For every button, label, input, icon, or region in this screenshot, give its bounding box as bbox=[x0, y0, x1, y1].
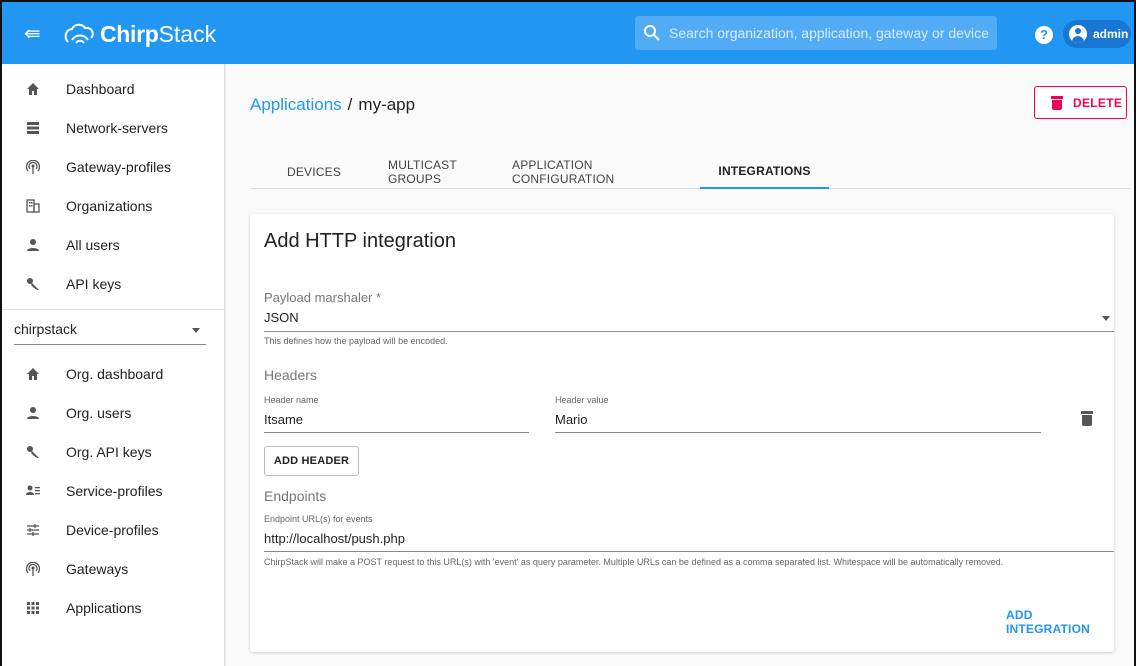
field-underline bbox=[555, 432, 1041, 433]
sidebar-item-api-keys[interactable]: API keys bbox=[2, 264, 224, 303]
add-integration-button[interactable]: ADD INTEGRATION bbox=[1006, 608, 1114, 636]
sidebar-item-label: Gateway-profiles bbox=[66, 158, 172, 175]
sidebar: Dashboard Network-servers Gateway-profil… bbox=[0, 64, 225, 666]
field-underline bbox=[264, 551, 1114, 552]
delete-button-label: DELETE bbox=[1073, 95, 1123, 110]
menu-toggle-icon[interactable]: ⇚ bbox=[24, 20, 46, 48]
sidebar-item-service-profiles[interactable]: Service-profiles bbox=[2, 471, 224, 510]
account-circle-icon bbox=[1069, 25, 1087, 43]
header-name-field[interactable]: Header name Itsame bbox=[264, 395, 529, 433]
help-icon[interactable]: ? bbox=[1035, 26, 1053, 44]
key-icon bbox=[24, 443, 42, 461]
user-menu-button[interactable]: admin bbox=[1063, 20, 1131, 48]
brand-name-light: Stack bbox=[158, 20, 217, 47]
delete-button[interactable]: DELETE bbox=[1034, 86, 1127, 119]
sidebar-item-org-api-keys[interactable]: Org. API keys bbox=[2, 432, 224, 471]
header-value-field[interactable]: Header value Mario bbox=[555, 395, 1041, 433]
card-title: Add HTTP integration bbox=[264, 230, 456, 252]
sidebar-item-label: Device-profiles bbox=[66, 521, 159, 538]
person-icon bbox=[24, 236, 42, 254]
delete-header-icon[interactable] bbox=[1081, 411, 1093, 426]
endpoint-url-value: http://localhost/push.php bbox=[264, 531, 405, 546]
endpoints-section-label: Endpoints bbox=[264, 488, 327, 504]
sidebar-item-all-users[interactable]: All users bbox=[2, 225, 224, 264]
sidebar-item-label: Applications bbox=[66, 599, 142, 616]
tab-bar: DEVICES MULTICAST GROUPS APPLICATION CON… bbox=[250, 155, 1130, 189]
payload-marshaler-label: Payload marshaler * bbox=[264, 290, 382, 305]
chirpstack-logo-icon bbox=[64, 23, 94, 44]
brand-name-bold: Chirp bbox=[100, 20, 159, 47]
sidebar-item-label: Gateways bbox=[66, 560, 129, 577]
headers-section-label: Headers bbox=[264, 367, 317, 383]
chevron-down-icon bbox=[1102, 316, 1110, 321]
sidebar-item-org-dashboard[interactable]: Org. dashboard bbox=[2, 354, 224, 393]
payload-marshaler-select[interactable]: Payload marshaler * JSON bbox=[264, 290, 1114, 332]
sidebar-item-org-users[interactable]: Org. users bbox=[2, 393, 224, 432]
domain-icon bbox=[24, 197, 42, 215]
tab-multicast-groups[interactable]: MULTICAST GROUPS bbox=[388, 155, 506, 189]
header-value-label: Header value bbox=[555, 395, 609, 405]
sidebar-item-label: Organizations bbox=[66, 197, 153, 214]
server-icon bbox=[24, 119, 42, 137]
radio-tower-icon bbox=[24, 158, 42, 176]
sidebar-item-organizations[interactable]: Organizations bbox=[2, 186, 224, 225]
sidebar-item-label: Org. dashboard bbox=[66, 365, 164, 382]
endpoint-url-helper: ChirpStack will make a POST request to t… bbox=[264, 557, 1004, 567]
chirpstack-logo[interactable]: Chirp Stack bbox=[62, 16, 216, 52]
field-underline bbox=[264, 331, 1114, 332]
key-icon bbox=[24, 275, 42, 293]
global-search[interactable] bbox=[635, 16, 997, 50]
search-icon bbox=[644, 25, 660, 41]
apps-grid-icon bbox=[24, 599, 42, 617]
app-bar: ⇚ ChirpStack ? admin bbox=[0, 0, 1136, 64]
home-icon bbox=[24, 365, 42, 383]
add-header-button[interactable]: ADD HEADER bbox=[264, 446, 359, 476]
organization-select-value: chirpstack bbox=[14, 321, 78, 337]
tune-icon bbox=[24, 521, 42, 539]
endpoint-url-label: Endpoint URL(s) for events bbox=[264, 514, 373, 524]
sidebar-item-network-servers[interactable]: Network-servers bbox=[2, 108, 224, 147]
sidebar-item-gateway-profiles[interactable]: Gateway-profiles bbox=[2, 147, 224, 186]
sidebar-item-device-profiles[interactable]: Device-profiles bbox=[2, 510, 224, 549]
tab-application-configuration[interactable]: APPLICATION CONFIGURATION bbox=[512, 155, 696, 189]
sidebar-item-label: Org. API keys bbox=[66, 443, 152, 460]
breadcrumb-applications-link[interactable]: Applications bbox=[250, 95, 342, 114]
tab-devices[interactable]: DEVICES bbox=[250, 155, 378, 189]
endpoint-url-field[interactable]: Endpoint URL(s) for events http://localh… bbox=[264, 514, 1114, 552]
header-value-value: Mario bbox=[555, 412, 588, 427]
main-content: Applications / my-app DELETE DEVICES MULTI… bbox=[226, 64, 1136, 666]
person-icon bbox=[24, 404, 42, 422]
payload-marshaler-value: JSON bbox=[264, 310, 299, 325]
trash-icon bbox=[1051, 95, 1063, 110]
field-underline bbox=[264, 432, 529, 433]
search-input[interactable] bbox=[669, 25, 989, 41]
breadcrumb: Applications / my-app bbox=[250, 95, 415, 115]
sidebar-item-label: API keys bbox=[66, 275, 122, 292]
header-name-value: Itsame bbox=[264, 412, 304, 427]
sidebar-item-label: Org. users bbox=[66, 404, 132, 421]
payload-marshaler-helper: This defines how the payload will be enc… bbox=[264, 336, 448, 346]
user-name: admin bbox=[1093, 27, 1129, 41]
chevron-down-icon bbox=[192, 328, 200, 333]
radio-tower-icon bbox=[24, 560, 42, 578]
sidebar-item-dashboard[interactable]: Dashboard bbox=[2, 69, 224, 108]
sidebar-item-gateways[interactable]: Gateways bbox=[2, 549, 224, 588]
account-details-icon bbox=[24, 482, 42, 500]
http-integration-card: Add HTTP integration Payload marshaler *… bbox=[250, 214, 1114, 652]
sidebar-item-label: Dashboard bbox=[66, 80, 135, 97]
sidebar-item-applications[interactable]: Applications bbox=[2, 588, 224, 627]
organization-select[interactable]: chirpstack bbox=[14, 315, 206, 345]
sidebar-item-label: Network-servers bbox=[66, 119, 168, 136]
breadcrumb-current: my-app bbox=[358, 95, 416, 114]
sidebar-item-label: Service-profiles bbox=[66, 482, 163, 499]
home-icon bbox=[24, 80, 42, 98]
sidebar-divider bbox=[2, 309, 224, 310]
header-name-label: Header name bbox=[264, 395, 319, 405]
sidebar-item-label: All users bbox=[66, 236, 120, 253]
breadcrumb-separator: / bbox=[347, 95, 353, 114]
tab-integrations[interactable]: INTEGRATIONS bbox=[700, 155, 829, 189]
